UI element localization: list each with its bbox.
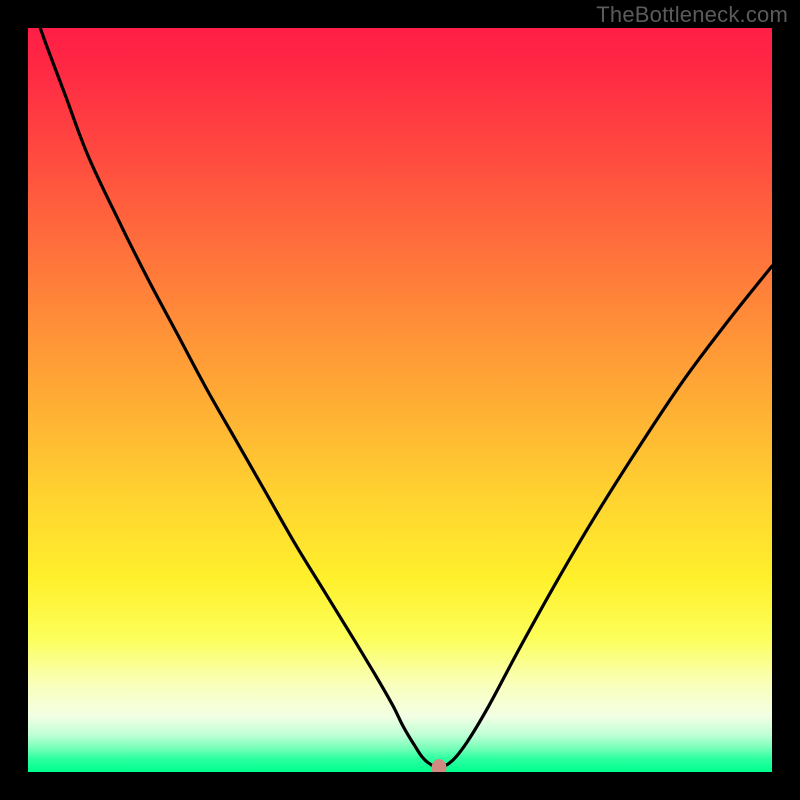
chart-frame: TheBottleneck.com <box>0 0 800 800</box>
optimal-point-marker <box>432 759 447 772</box>
plot-area <box>28 28 772 772</box>
bottleneck-curve <box>28 28 772 772</box>
watermark-text: TheBottleneck.com <box>596 2 788 28</box>
bottleneck-curve-path <box>28 28 772 768</box>
